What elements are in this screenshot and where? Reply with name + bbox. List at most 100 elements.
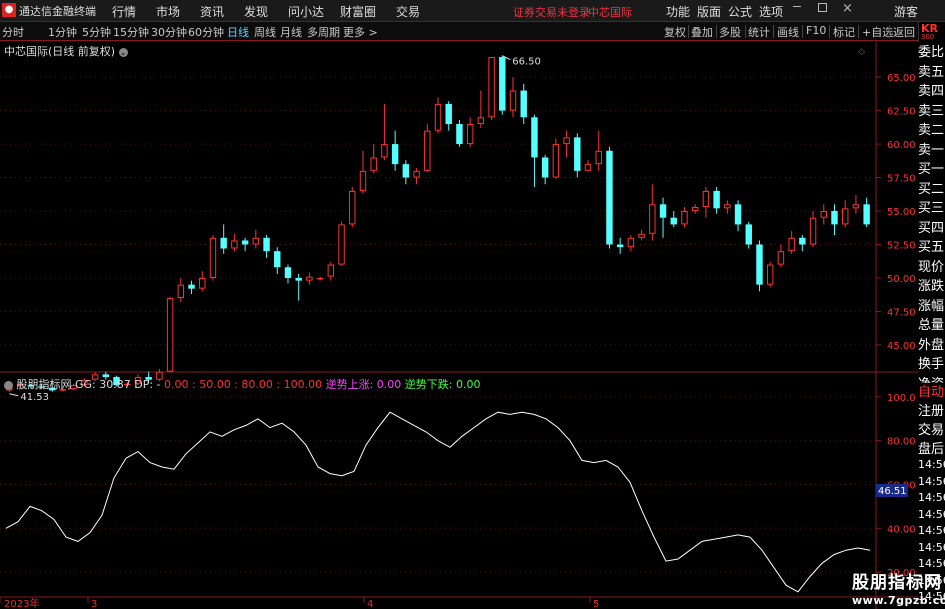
period-week[interactable]: 周线	[254, 24, 276, 40]
candle	[788, 231, 795, 254]
candle-body-up	[563, 137, 570, 145]
indicator-y-label: 80.00	[887, 437, 916, 448]
minimize-icon[interactable]	[793, 6, 801, 7]
candle	[338, 221, 345, 266]
main-y-label: 55.00	[887, 207, 916, 218]
menu-wenxiaoda[interactable]: 问小达	[288, 3, 324, 20]
tool-tongji[interactable]: 统计	[748, 24, 770, 40]
period-1min[interactable]: 1分钟	[48, 24, 77, 40]
candle	[574, 133, 581, 178]
candle-body-down	[499, 57, 506, 111]
trade-panel-item[interactable]: 交易	[918, 421, 945, 441]
quote-field-label: 委比	[918, 43, 945, 63]
period-fenshi[interactable]: 分时	[2, 24, 24, 40]
candle	[349, 186, 356, 228]
menu-gongneng[interactable]: 功能	[666, 3, 690, 20]
tool-diejia[interactable]: 叠加	[691, 24, 713, 40]
candle	[381, 103, 388, 161]
dp-value: DP: -	[134, 378, 161, 391]
maximize-icon[interactable]	[818, 3, 827, 12]
tool-huaxian[interactable]: 画线	[777, 24, 799, 40]
guest-account[interactable]: 游客	[894, 3, 918, 20]
candle	[445, 101, 452, 131]
quote-field-label: 卖四	[918, 82, 945, 102]
candle-body-up	[381, 144, 388, 158]
menu-banmian[interactable]: 版面	[697, 3, 721, 20]
quote-field-label: 卖三	[918, 101, 945, 122]
candle-body-up	[649, 204, 656, 234]
menu-jiaoyi[interactable]: 交易	[396, 3, 420, 20]
right-panel-subcode: 300	[921, 33, 935, 41]
trade-panel-item[interactable]: 自动	[918, 383, 945, 403]
candle-body-down	[745, 224, 752, 245]
period-60min[interactable]: 60分钟	[188, 24, 224, 40]
candle-body-up	[306, 276, 313, 281]
tick-time: 14:56	[918, 506, 945, 523]
candle-body-up	[316, 277, 324, 280]
tool-duogu[interactable]: 多股	[719, 24, 741, 40]
period-month[interactable]: 月线	[280, 24, 302, 40]
candle-body-down	[220, 237, 227, 249]
menu-gongshi[interactable]: 公式	[728, 3, 752, 20]
period-5min[interactable]: 5分钟	[82, 24, 111, 40]
candle	[766, 261, 774, 288]
menu-zixun[interactable]: 资讯	[200, 3, 224, 20]
tool-biaoji[interactable]: 标记	[833, 24, 855, 40]
candle-body-up	[552, 144, 560, 178]
low-price-label: 41.53	[20, 392, 49, 403]
tool-fuquan[interactable]: 复权	[664, 24, 686, 40]
candle	[799, 235, 806, 252]
candle-body-up	[327, 264, 335, 277]
period-day[interactable]: 日线	[227, 24, 249, 40]
menu-xuanxiang[interactable]: 选项	[759, 3, 783, 20]
low-arrow	[9, 393, 19, 397]
candle-body-up	[809, 217, 817, 245]
menu-caifuquan[interactable]: 财富圈	[340, 3, 376, 20]
candle	[466, 117, 474, 147]
dropdown-circle-icon[interactable]: ⌄	[118, 47, 128, 57]
indicator-y-label: 100.0	[887, 393, 916, 404]
panel-menu-icon[interactable]: ◇	[858, 47, 865, 57]
candle-body-down	[295, 277, 302, 281]
indicator-gridlines	[0, 396, 876, 573]
quote-field-label: 买四	[918, 218, 945, 239]
tool-f10[interactable]: F10	[806, 24, 826, 37]
main-y-label: 45.00	[887, 341, 916, 352]
period-more[interactable]: 更多 >	[343, 24, 378, 40]
tick-time: 14:56	[918, 523, 945, 539]
period-15min[interactable]: 15分钟	[113, 24, 149, 40]
candle	[852, 194, 860, 214]
watermark-url: www.7gpzb.com	[852, 594, 945, 607]
menu-faxian[interactable]: 发现	[244, 3, 268, 20]
indicator-y-label: 40.00	[887, 524, 916, 535]
menu-shichang[interactable]: 市场	[156, 3, 180, 20]
period-multi[interactable]: 多周期	[307, 24, 340, 40]
candle-body-down	[734, 204, 742, 225]
title-bar: ● 通达信金融终端 行情 市场 资讯 发现 问小达 财富圈 交易 证券交易未登录…	[0, 0, 945, 22]
main-y-label: 52.50	[887, 240, 916, 251]
trade-panel-item[interactable]: 注册	[918, 402, 945, 422]
candle-body-down	[188, 284, 195, 289]
close-icon[interactable]: ×	[842, 1, 853, 16]
candle	[520, 83, 527, 124]
indicator-settings-icon[interactable]	[4, 380, 13, 390]
tick-time: 14:56	[918, 490, 945, 506]
candle-body-down	[456, 123, 463, 145]
candle-body-up	[349, 190, 356, 225]
indicator-name[interactable]: 股朋指标网	[17, 378, 72, 391]
candle-body-up	[724, 204, 731, 209]
kline-chart-area[interactable]: 65.00 62.50 60.00 57.50 55.00 52.50 50.00 47.50…	[0, 41, 918, 609]
candle-body-up	[638, 233, 645, 238]
candle-body-down	[263, 237, 270, 252]
high-price-label: 66.50	[512, 57, 541, 68]
watermark: 股朋指标网 www.7gpzb.com	[852, 568, 945, 607]
candle-body-up	[777, 251, 785, 265]
candle	[777, 244, 785, 268]
login-warning[interactable]: 证券交易未登录	[513, 4, 590, 20]
candle-body-up	[852, 204, 860, 209]
menu-hangqing[interactable]: 行情	[112, 3, 136, 20]
candle	[606, 146, 613, 249]
period-30min[interactable]: 30分钟	[151, 24, 187, 40]
tool-back[interactable]: 返回	[893, 24, 915, 40]
main-chart-title: 中芯国际(日线 前复权) ⌄	[4, 43, 128, 59]
